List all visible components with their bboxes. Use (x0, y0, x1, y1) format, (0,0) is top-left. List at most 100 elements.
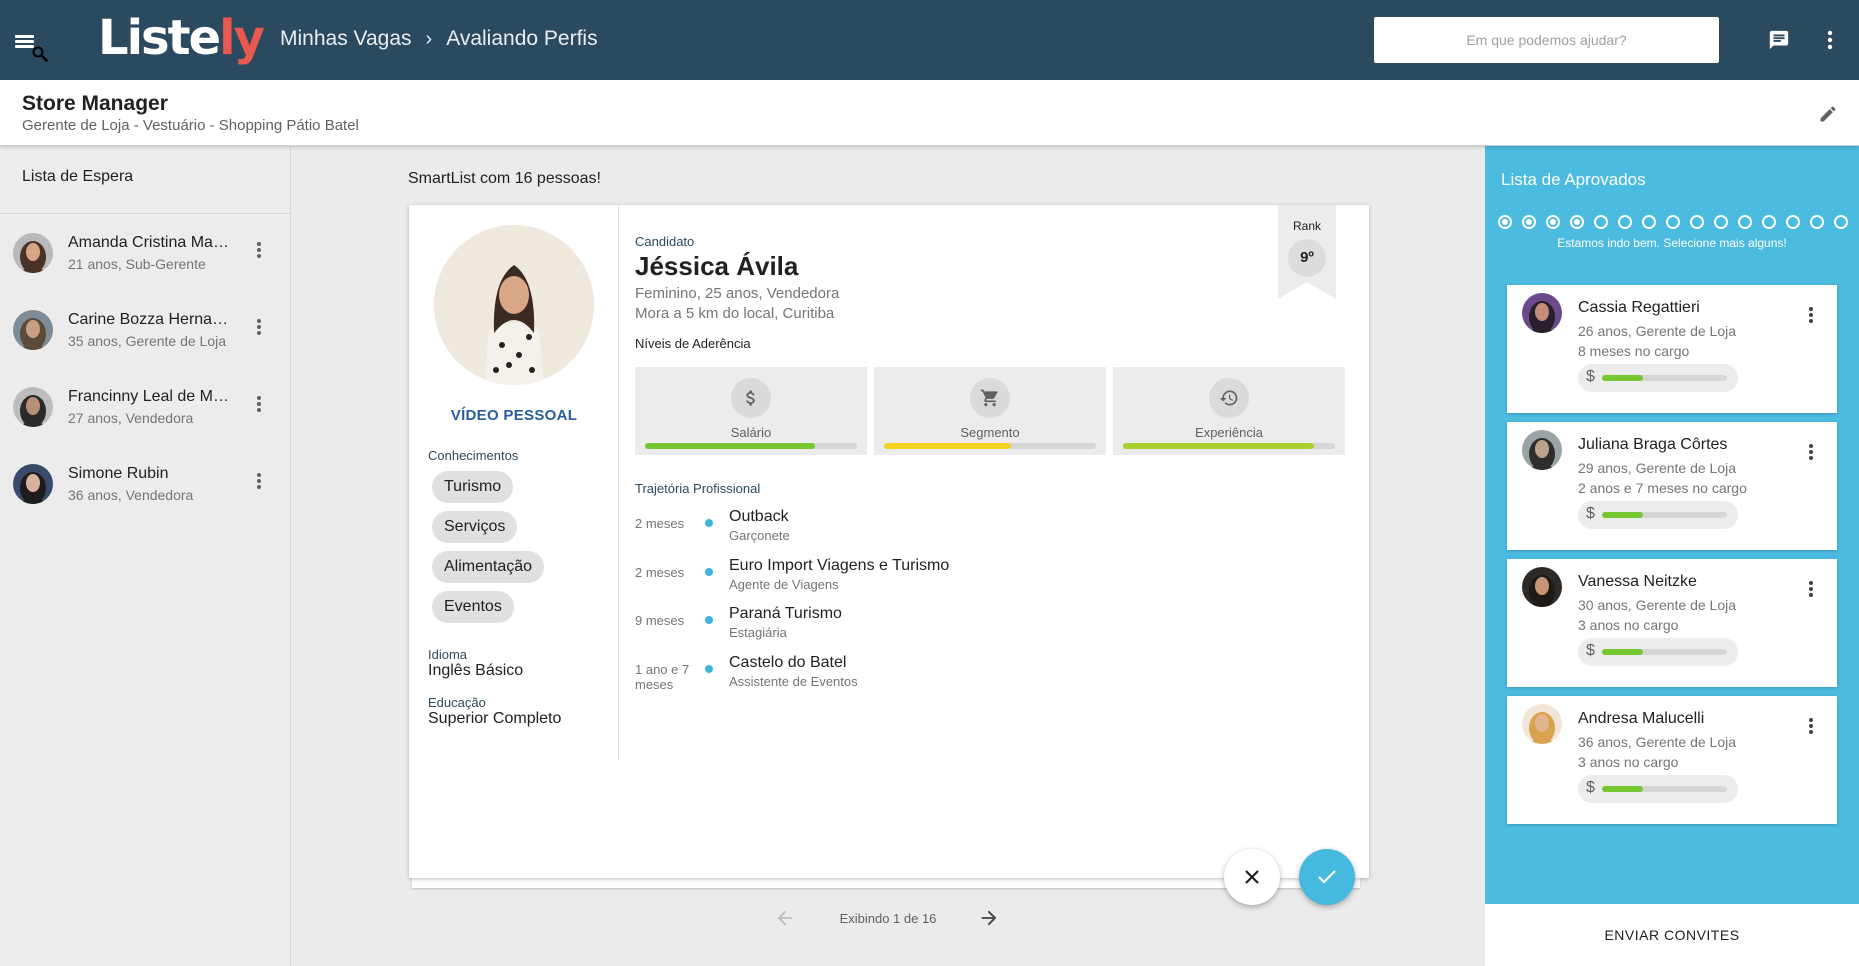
approved-candidate-card[interactable]: Juliana Braga Côrtes 29 anos, Gerente de… (1507, 422, 1837, 550)
candidate-tenure: 2 anos e 7 meses no cargo (1578, 480, 1747, 496)
check-icon (1318, 870, 1336, 884)
waiting-list-title: Lista de Espera (0, 146, 290, 214)
salary-indicator: $ (1578, 364, 1738, 392)
arrow-left-icon[interactable] (774, 907, 796, 929)
salary-bar (1602, 512, 1727, 518)
breadcrumb-item-avaliando-perfis[interactable]: Avaliando Perfis (446, 27, 597, 51)
adherence-salary-label: Salário (730, 425, 772, 440)
timeline-dot (705, 616, 713, 624)
smartlist-title: SmartList com 16 pessoas! (408, 170, 601, 187)
more-vertical-icon[interactable] (1807, 579, 1815, 599)
knowledge-chip: Alimentação (432, 551, 545, 583)
avatar (1522, 704, 1562, 744)
approved-candidate-card[interactable]: Vanessa Neitzke 30 anos, Gerente de Loja… (1507, 559, 1837, 687)
edit-icon[interactable] (1818, 104, 1838, 124)
progress-dot (1810, 215, 1824, 229)
candidate-label: Candidato (635, 234, 695, 249)
more-vertical-icon[interactable] (1824, 28, 1836, 52)
candidate-location: Mora a 5 km do local, Curitiba (635, 305, 835, 322)
arrow-right-icon[interactable] (978, 907, 1000, 929)
more-vertical-icon[interactable] (1807, 305, 1815, 325)
candidate-name: Amanda Cristina Mar… (68, 234, 234, 251)
trajectory-item: 9 meses Paraná Turismo Estagiária (635, 605, 1235, 649)
adherence-salary: Salário (635, 367, 867, 455)
more-vertical-icon[interactable] (255, 240, 263, 260)
adherence-segment-bar (884, 443, 1096, 449)
avatar (13, 464, 53, 504)
close-icon (1245, 870, 1259, 884)
more-vertical-icon[interactable] (255, 394, 263, 414)
timeline-dot (705, 519, 713, 527)
rank-label: Rank (1292, 219, 1321, 233)
adherence-experience-label: Experiência (1195, 425, 1263, 440)
trajectory-duration: 1 ano e 7 meses (635, 661, 690, 692)
cart-icon (970, 378, 1010, 418)
approve-button[interactable] (1299, 849, 1355, 905)
selection-progress (1498, 215, 1848, 229)
candidate-tenure: 3 anos no cargo (1578, 617, 1679, 633)
search-icon (32, 46, 48, 62)
timeline-dot (705, 567, 713, 576)
progress-message: Estamos indo bem. Selecione mais alguns! (1557, 236, 1787, 250)
menu-icon[interactable] (12, 26, 52, 62)
avatar (1522, 567, 1562, 607)
salary-bar (1602, 375, 1727, 381)
breadcrumb: Minhas Vagas › Avaliando Perfis (280, 27, 598, 51)
breadcrumb-item-minhas-vagas[interactable]: Minhas Vagas (280, 27, 412, 51)
candidate-name: Cassia Regattieri (1578, 299, 1700, 316)
approved-candidate-card[interactable]: Andresa Malucelli 36 anos, Gerente de Lo… (1507, 696, 1837, 824)
approved-candidate-card[interactable]: Cassia Regattieri 26 anos, Gerente de Lo… (1507, 285, 1837, 413)
personal-video-link[interactable]: VÍDEO PESSOAL (409, 407, 619, 424)
trajectory-role: Assistente de Eventos (729, 673, 858, 689)
trajectory-role: Estagiária (729, 625, 787, 640)
reject-button[interactable] (1224, 849, 1280, 905)
waiting-list-item[interactable]: Francinny Leal de Me… 27 anos, Vendedora (0, 368, 290, 445)
progress-dot (1666, 215, 1680, 229)
education-value: Superior Completo (428, 710, 562, 727)
salary-indicator: $ (1578, 775, 1738, 803)
chevron-right-icon: › (425, 27, 433, 50)
send-invites-button[interactable]: ENVIAR CONVITES (1485, 904, 1859, 966)
candidate-name: Juliana Braga Côrtes (1578, 436, 1728, 453)
trajectory-label: Trajetória Profissional (635, 481, 761, 496)
progress-dot (1834, 215, 1848, 229)
job-header: Store Manager Gerente de Loja - Vestuári… (0, 80, 1859, 146)
more-vertical-icon[interactable] (1807, 716, 1815, 736)
candidate-info: 27 anos, Vendedora (68, 410, 194, 426)
trajectory-role: Agente de Viagens (729, 576, 839, 592)
progress-dot (1762, 215, 1776, 229)
candidate-name: Jéssica Ávila (635, 251, 799, 281)
waiting-list-item[interactable]: Amanda Cristina Mar… 21 anos, Sub-Gerent… (0, 214, 290, 291)
candidate-tenure: 3 anos no cargo (1578, 754, 1679, 770)
dollar-icon: $ (1586, 505, 1595, 522)
more-vertical-icon[interactable] (255, 317, 263, 337)
avatar (1522, 430, 1562, 470)
trajectory-company: Castelo do Batel (729, 653, 847, 671)
app-logo[interactable]: Listely (98, 10, 265, 66)
adherence-segment: Segmento (874, 367, 1106, 455)
waiting-list-item[interactable]: Carine Bozza Hernan… 35 anos, Gerente de… (0, 291, 290, 368)
candidate-info: 36 anos, Gerente de Loja (1578, 734, 1737, 750)
chat-icon[interactable] (1768, 29, 1790, 51)
progress-dot (1594, 215, 1608, 229)
candidate-info: Feminino, 25 anos, Vendedora (635, 285, 840, 302)
progress-dot (1546, 215, 1560, 229)
trajectory-item: 2 meses Outback Garçonete (635, 508, 1235, 552)
job-subtitle: Gerente de Loja - Vestuário - Shopping P… (22, 117, 359, 134)
timeline-dot (705, 664, 713, 673)
waiting-list-panel: Lista de Espera Amanda Cristina Mar… 21 … (0, 146, 291, 966)
progress-dot (1570, 215, 1584, 229)
more-vertical-icon[interactable] (1807, 442, 1815, 462)
adherence-experience-bar (1123, 443, 1335, 449)
search-input[interactable] (1374, 17, 1719, 63)
more-vertical-icon[interactable] (255, 471, 263, 491)
waiting-list-item[interactable]: Simone Rubin 36 anos, Vendedora (0, 445, 290, 522)
trajectory-duration: 2 meses (635, 516, 685, 531)
dollar-icon (731, 378, 771, 418)
candidate-tenure: 8 meses no cargo (1578, 343, 1690, 359)
avatar (13, 233, 53, 273)
progress-dot (1786, 215, 1800, 229)
progress-dot (1618, 215, 1632, 229)
candidate-name: Vanessa Neitzke (1578, 573, 1697, 590)
salary-bar (1602, 649, 1727, 655)
